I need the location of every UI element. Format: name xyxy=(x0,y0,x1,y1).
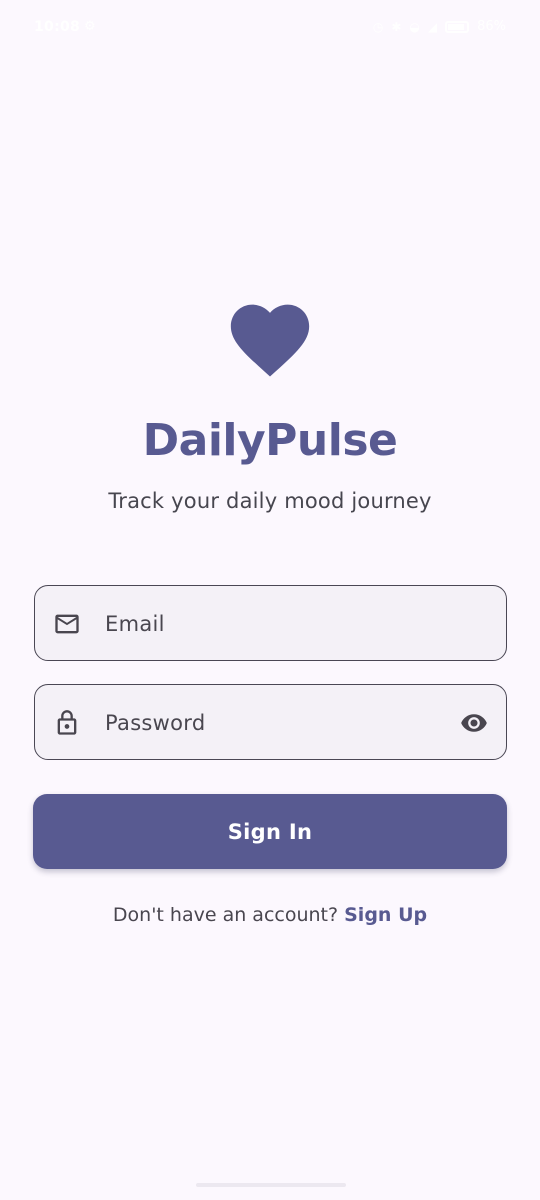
heart-icon xyxy=(230,304,310,377)
mail-icon xyxy=(55,614,79,634)
sync-icon: ⚙ xyxy=(84,19,96,34)
lock-icon xyxy=(57,710,77,735)
battery-icon xyxy=(445,20,470,33)
email-placeholder: Email xyxy=(105,612,165,636)
home-indicator[interactable] xyxy=(196,1183,346,1187)
status-icons: ◷ ✱ ◒ ◢ 86% xyxy=(373,19,506,34)
signal-icon: ◢ xyxy=(427,19,438,34)
status-time: 10:08 xyxy=(34,19,81,35)
eye-icon[interactable] xyxy=(458,709,490,737)
signup-prompt-text: Don't have an account? xyxy=(112,904,345,926)
app-subtitle: Track your daily mood journey xyxy=(108,489,432,513)
wifi-icon: ◒ xyxy=(409,19,420,34)
password-placeholder: Password xyxy=(105,711,206,735)
status-bar: 10:08 ⚙ ◷ ✱ ◒ ◢ 86% xyxy=(0,0,540,56)
app-title: DailyPulse xyxy=(142,415,398,466)
sign-in-button[interactable]: Sign In xyxy=(33,794,507,869)
alarm-icon: ◷ xyxy=(372,19,384,34)
login-screen: 10:08 ⚙ ◷ ✱ ◒ ◢ 86% DailyPulse Track you… xyxy=(0,0,540,1200)
email-field[interactable]: Email xyxy=(34,585,507,661)
sign-up-link[interactable]: Sign Up xyxy=(344,904,427,926)
password-field[interactable]: Password xyxy=(34,684,507,760)
signup-prompt-row: Don't have an account? Sign Up xyxy=(0,904,540,926)
bluetooth-icon: ✱ xyxy=(391,19,402,34)
battery-percent: 86% xyxy=(477,19,506,34)
